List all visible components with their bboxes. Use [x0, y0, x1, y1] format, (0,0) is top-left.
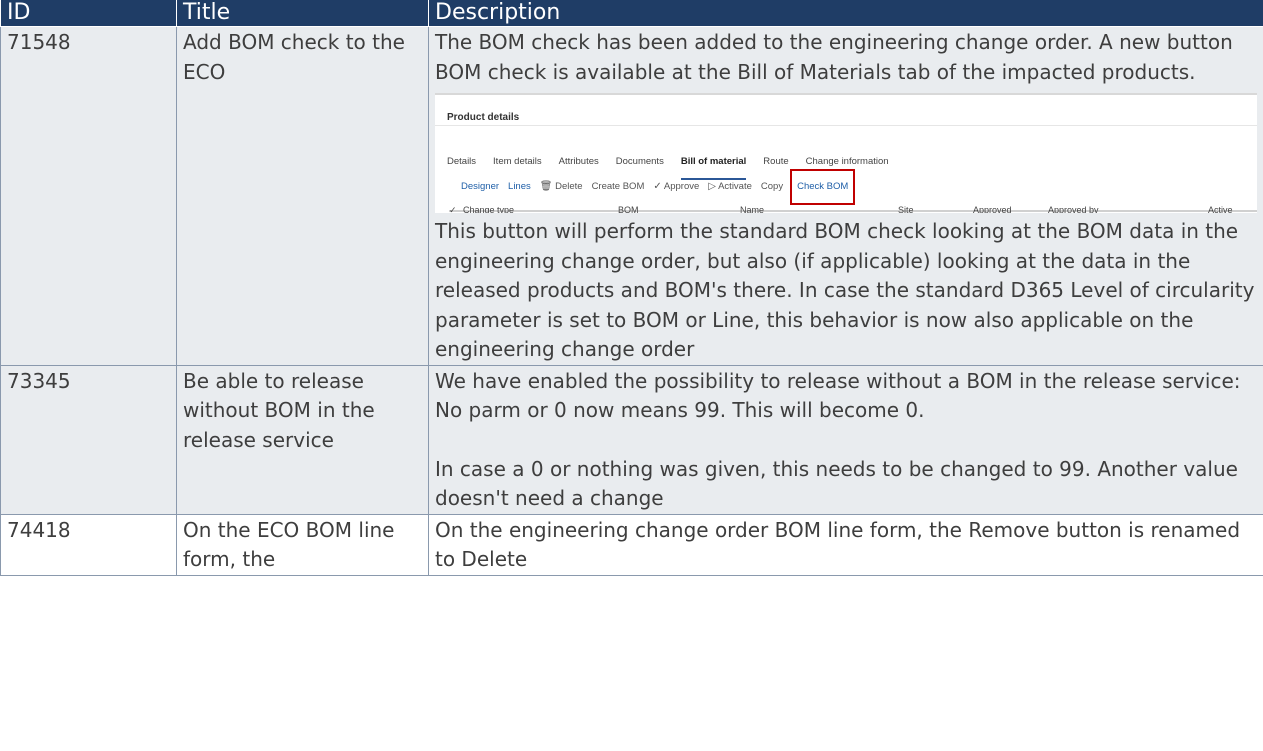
grid-col-approved[interactable]: Approved	[973, 196, 1012, 213]
description-text: We have enabled the possibility to relea…	[435, 368, 1241, 423]
grid-header: ✓ Change type BOM Name Site Approved App…	[449, 193, 1257, 213]
trash-icon: 🗑	[539, 181, 553, 192]
row-id: 74418	[0, 513, 177, 576]
description-text: This button will perform the standard BO…	[435, 219, 1255, 361]
grid-col-bom[interactable]: BOM	[618, 196, 639, 213]
grid-col-name[interactable]: Name	[740, 196, 764, 213]
delete-label: Delete	[555, 181, 583, 192]
column-header-title: Title	[176, 0, 429, 27]
row-id: 73345	[0, 364, 177, 515]
select-all-check-icon[interactable]: ✓	[449, 196, 457, 213]
row-id: 71548	[0, 26, 177, 366]
grid-col-approved-by[interactable]: Approved by	[1048, 196, 1099, 213]
table-row: 73345 Be able to release without BOM in …	[0, 364, 1263, 515]
table-row: 71548 Add BOM check to the ECO The BOM c…	[0, 26, 1263, 366]
row-description: On the engineering change order BOM line…	[428, 513, 1263, 576]
approve-label: Approve	[663, 181, 700, 192]
grid-col-change-type[interactable]: Change type	[463, 196, 514, 213]
description-text: The BOM check has been added to the engi…	[435, 30, 1233, 84]
description-text: In case a 0 or nothing was given, this n…	[435, 456, 1238, 511]
row-description: We have enabled the possibility to relea…	[428, 364, 1263, 515]
product-details-heading: Product details	[447, 112, 520, 123]
row-title: Add BOM check to the ECO	[176, 26, 429, 366]
grid-col-active[interactable]: Active	[1208, 196, 1233, 213]
column-header-description: Description	[428, 0, 1263, 27]
row-title: On the ECO BOM line form, the	[176, 513, 429, 576]
check-icon: ✓	[653, 181, 662, 192]
table-row: 74418 On the ECO BOM line form, the On t…	[0, 513, 1263, 576]
embedded-screenshot: Product details Details Item details Att…	[435, 93, 1257, 213]
row-title: Be able to release without BOM in the re…	[176, 364, 429, 515]
row-description: The BOM check has been added to the engi…	[428, 26, 1263, 366]
release-notes-table: ID Title Description 71548 Add BOM check…	[0, 0, 1263, 576]
divider	[435, 125, 1257, 126]
play-icon: ▷	[708, 181, 716, 192]
grid-col-site[interactable]: Site	[898, 196, 914, 213]
activate-label: Activate	[718, 181, 752, 192]
column-header-id: ID	[0, 0, 177, 27]
table-header-row: ID Title Description	[0, 0, 1263, 27]
